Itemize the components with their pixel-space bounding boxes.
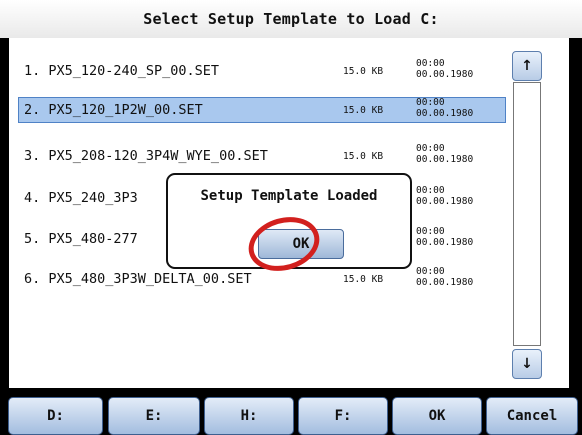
function-key-bar: D: E: H: F: OK Cancel [0, 397, 582, 435]
file-datetime: 00:00 00.00.1980 [416, 97, 474, 119]
file-size: 15.0 KB [343, 105, 384, 116]
setup-template-screen: Select Setup Template to Load C: 1. PX5_… [0, 0, 582, 435]
file-row-1[interactable]: 1. PX5_120-240_SP_00.SET 15.0 KB 00:00 00… [18, 58, 506, 84]
file-datetime: 00:00 00.00.1980 [416, 266, 474, 288]
file-name: 1. PX5_120-240_SP_00.SET [24, 63, 220, 79]
file-datetime: 00:00 00.00.1980 [416, 58, 474, 80]
file-size: 15.0 KB [343, 151, 384, 162]
cancel-button[interactable]: Cancel [486, 397, 578, 435]
file-size: 15.0 KB [343, 66, 384, 77]
drive-d-button[interactable]: D: [8, 397, 103, 435]
screen-title: Select Setup Template to Load C: [0, 0, 582, 38]
drive-f-button[interactable]: F: [298, 397, 388, 435]
arrow-down-icon: ↓ [521, 356, 533, 372]
drive-e-button[interactable]: E: [108, 397, 200, 435]
file-datetime: 00:00 00.00.1980 [416, 185, 474, 207]
file-name: 6. PX5_480_3P3W_DELTA_00.SET [24, 271, 252, 287]
scrollbar-track[interactable] [513, 82, 541, 346]
ok-button[interactable]: OK [392, 397, 482, 435]
file-datetime: 00:00 00.00.1980 [416, 226, 474, 248]
file-row-6[interactable]: 6. PX5_480_3P3W_DELTA_00.SET 15.0 KB 00:… [18, 266, 506, 292]
file-name: 3. PX5_208-120_3P4W_WYE_00.SET [24, 148, 268, 164]
arrow-up-icon: ↑ [521, 58, 533, 74]
file-row-2-selected[interactable]: 2. PX5_120_1P2W_00.SET 15.0 KB 00:00 00.0… [18, 97, 506, 123]
file-name: 2. PX5_120_1P2W_00.SET [24, 102, 203, 118]
dialog-message: Setup Template Loaded [200, 188, 378, 204]
file-name: 5. PX5_480-277 [24, 231, 138, 247]
file-name: 4. PX5_240_3P3 [24, 190, 138, 206]
scroll-up-button[interactable]: ↑ [512, 51, 542, 81]
file-datetime: 00:00 00.00.1980 [416, 143, 474, 165]
drive-h-button[interactable]: H: [204, 397, 294, 435]
file-row-3[interactable]: 3. PX5_208-120_3P4W_WYE_00.SET 15.0 KB 0… [18, 143, 506, 169]
file-size: 15.0 KB [343, 274, 384, 285]
scroll-down-button[interactable]: ↓ [512, 349, 542, 379]
